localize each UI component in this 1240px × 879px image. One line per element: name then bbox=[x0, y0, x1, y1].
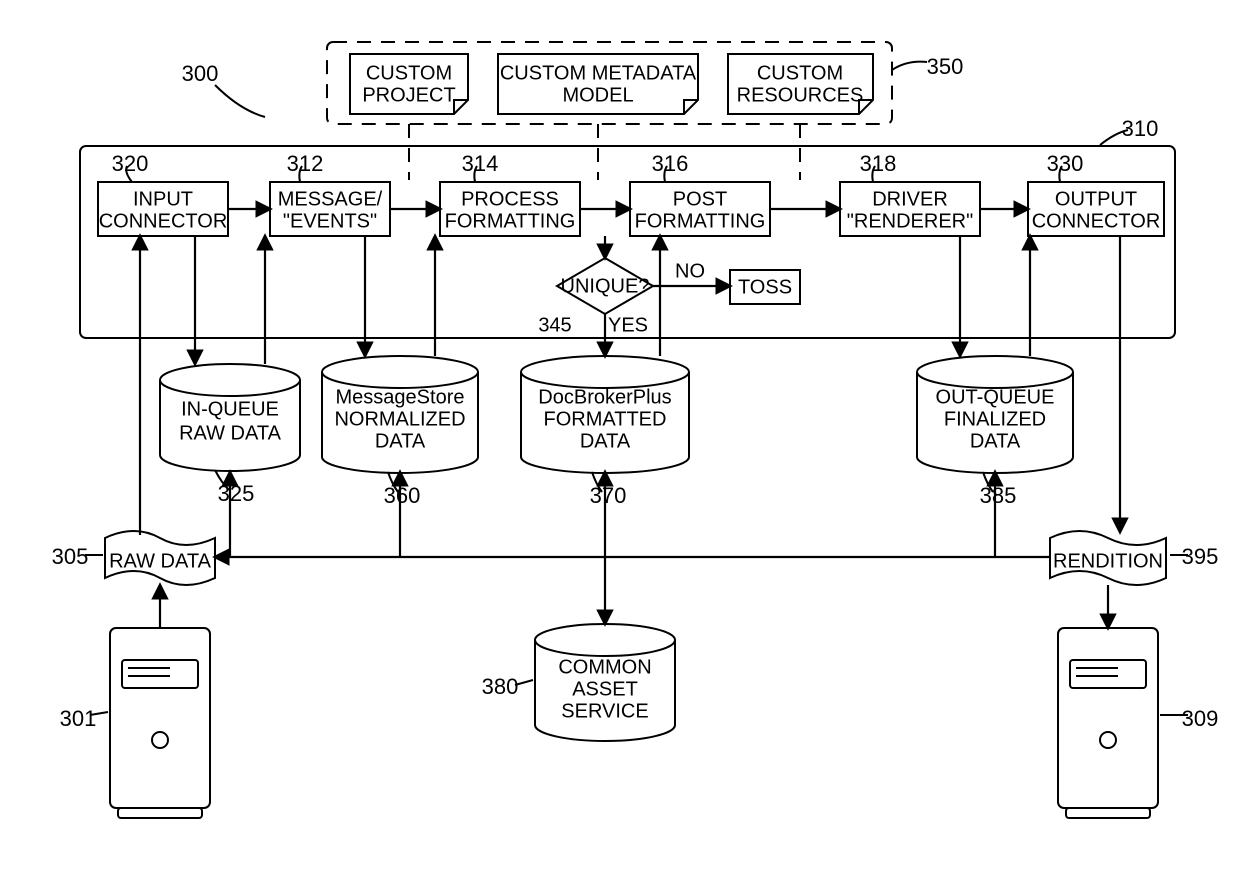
doc-custom-resources: CUSTOM RESOURCES bbox=[728, 54, 873, 114]
ref-312: 312 bbox=[287, 151, 324, 176]
svg-text:UNIQUE?: UNIQUE? bbox=[561, 275, 650, 297]
svg-text:FORMATTING: FORMATTING bbox=[635, 210, 766, 232]
ref-309: 309 bbox=[1182, 706, 1219, 731]
svg-text:RAW DATA: RAW DATA bbox=[179, 422, 282, 444]
svg-text:RENDITION: RENDITION bbox=[1053, 550, 1163, 572]
ref-310: 310 bbox=[1122, 116, 1159, 141]
ref-300: 300 bbox=[182, 61, 219, 86]
doc-custom-metadata: CUSTOM METADATA MODEL bbox=[498, 54, 698, 114]
ref-370: 370 bbox=[590, 483, 627, 508]
server-left bbox=[110, 628, 210, 818]
svg-text:INPUT: INPUT bbox=[133, 188, 193, 210]
ref-320: 320 bbox=[112, 151, 149, 176]
doc-custom-project: CUSTOM PROJECT bbox=[350, 54, 468, 114]
ref-301: 301 bbox=[60, 706, 97, 731]
svg-text:POST: POST bbox=[673, 188, 727, 210]
svg-text:"RENDERER": "RENDERER" bbox=[847, 210, 973, 232]
svg-text:CUSTOM: CUSTOM bbox=[757, 62, 843, 84]
svg-text:OUT-QUEUE: OUT-QUEUE bbox=[936, 386, 1055, 408]
svg-text:FORMATTING: FORMATTING bbox=[445, 210, 576, 232]
server-right bbox=[1058, 628, 1158, 818]
ref-318: 318 bbox=[860, 151, 897, 176]
svg-text:CUSTOM METADATA: CUSTOM METADATA bbox=[500, 62, 697, 84]
box-post-formatting: POST FORMATTING bbox=[630, 182, 770, 236]
svg-text:NORMALIZED: NORMALIZED bbox=[334, 408, 465, 430]
svg-text:PROJECT: PROJECT bbox=[362, 84, 455, 106]
svg-text:CONNECTOR: CONNECTOR bbox=[1032, 210, 1161, 232]
ref-316: 316 bbox=[652, 151, 689, 176]
svg-text:TOSS: TOSS bbox=[738, 276, 792, 298]
box-input-connector: INPUT CONNECTOR bbox=[98, 182, 228, 236]
svg-text:ASSET: ASSET bbox=[572, 678, 638, 700]
box-output-connector: OUTPUT CONNECTOR bbox=[1028, 182, 1164, 236]
label-no: NO bbox=[675, 260, 705, 282]
box-message-events: MESSAGE/ "EVENTS" bbox=[270, 182, 390, 236]
cyl-in-queue: IN-QUEUE RAW DATA bbox=[160, 364, 300, 471]
diagram-canvas: 300 350 CUSTOM PROJECT CUSTOM METADATA M… bbox=[0, 0, 1240, 879]
svg-text:DATA: DATA bbox=[580, 430, 631, 452]
ref-305: 305 bbox=[52, 544, 89, 569]
svg-text:COMMON: COMMON bbox=[558, 656, 651, 678]
pipeline-container bbox=[80, 146, 1175, 338]
svg-text:MESSAGE/: MESSAGE/ bbox=[278, 188, 383, 210]
cyl-message-store: MessageStore NORMALIZED DATA bbox=[322, 356, 478, 473]
ref-330: 330 bbox=[1047, 151, 1084, 176]
label-yes: YES bbox=[608, 314, 648, 336]
svg-text:SERVICE: SERVICE bbox=[561, 700, 648, 722]
ref-360: 360 bbox=[384, 483, 421, 508]
decision-unique: UNIQUE? bbox=[557, 258, 653, 314]
svg-text:OUTPUT: OUTPUT bbox=[1055, 188, 1137, 210]
cyl-out-queue: OUT-QUEUE FINALIZED DATA bbox=[917, 356, 1073, 473]
svg-text:DATA: DATA bbox=[375, 430, 426, 452]
ref-385: 385 bbox=[980, 483, 1017, 508]
ref-350: 350 bbox=[927, 54, 964, 79]
box-driver-renderer: DRIVER "RENDERER" bbox=[840, 182, 980, 236]
ref-345: 345 bbox=[538, 314, 571, 336]
cyl-common-asset: COMMON ASSET SERVICE bbox=[535, 624, 675, 741]
svg-text:MessageStore: MessageStore bbox=[336, 386, 465, 408]
box-process-formatting: PROCESS FORMATTING bbox=[440, 182, 580, 236]
svg-text:IN-QUEUE: IN-QUEUE bbox=[181, 398, 279, 420]
doc-raw-data: RAW DATA bbox=[105, 531, 215, 585]
svg-text:FORMATTED: FORMATTED bbox=[544, 408, 667, 430]
svg-text:CONNECTOR: CONNECTOR bbox=[99, 210, 228, 232]
svg-text:FINALIZED: FINALIZED bbox=[944, 408, 1046, 430]
svg-text:CUSTOM: CUSTOM bbox=[366, 62, 452, 84]
svg-text:DRIVER: DRIVER bbox=[872, 188, 948, 210]
svg-text:RESOURCES: RESOURCES bbox=[737, 84, 864, 106]
svg-text:MODEL: MODEL bbox=[562, 84, 633, 106]
ref-380: 380 bbox=[482, 674, 519, 699]
svg-text:DocBrokerPlus: DocBrokerPlus bbox=[538, 386, 671, 408]
svg-text:DATA: DATA bbox=[970, 430, 1021, 452]
svg-text:PROCESS: PROCESS bbox=[461, 188, 559, 210]
ref-314: 314 bbox=[462, 151, 499, 176]
ref-395: 395 bbox=[1182, 544, 1219, 569]
svg-text:RAW DATA: RAW DATA bbox=[109, 550, 212, 572]
cyl-docbroker: DocBrokerPlus FORMATTED DATA bbox=[521, 356, 689, 473]
svg-text:"EVENTS": "EVENTS" bbox=[283, 210, 377, 232]
doc-rendition: RENDITION bbox=[1050, 531, 1166, 585]
